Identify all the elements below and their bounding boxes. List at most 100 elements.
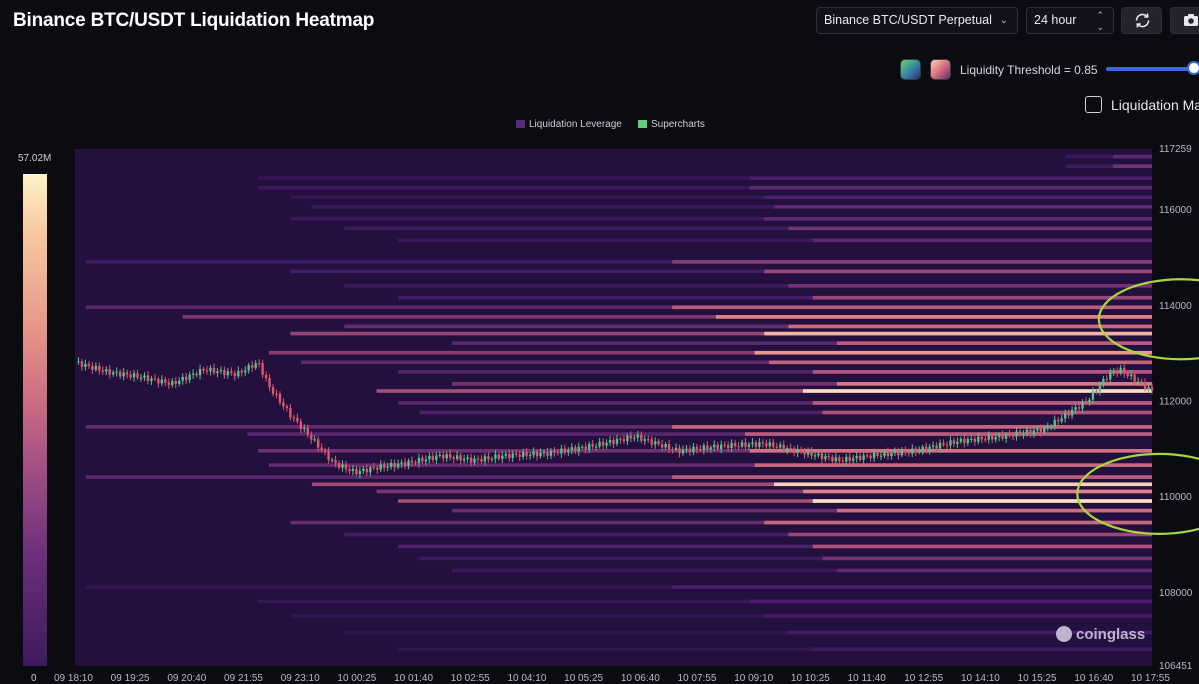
candle-body (907, 451, 911, 454)
candle-body (758, 442, 761, 447)
liquidation-heatmap[interactable]: 117259 116000 114000 112000 110000 108000 1064… (0, 0, 1199, 683)
candle-body (994, 436, 997, 440)
candle-body (570, 447, 574, 451)
liquidation-level-hot (788, 226, 1152, 231)
candle-body (893, 451, 897, 454)
candle-body (383, 464, 386, 468)
candle-body (688, 448, 692, 453)
candle-body (150, 378, 153, 381)
liquidation-level-hot (836, 568, 1152, 573)
candle-body (501, 455, 504, 459)
candle-body (643, 439, 646, 441)
candle-body (900, 450, 904, 456)
candle-body (1001, 434, 1004, 439)
candle-body (435, 455, 438, 460)
candle-body (407, 460, 410, 466)
x-tick-label: 10 04:10 (507, 673, 546, 683)
x-tick-label: 10 02:55 (451, 673, 490, 683)
candle-body (525, 452, 528, 456)
candle-body (733, 443, 737, 447)
candle-body (768, 442, 772, 447)
candle-body (612, 440, 615, 444)
candle-body (386, 466, 389, 468)
candle-body (956, 441, 959, 444)
candle-body (282, 402, 285, 407)
candle-body (1133, 374, 1136, 382)
candle-body (813, 455, 817, 457)
y-tick-label: 112000 (1159, 397, 1192, 408)
candle-body (931, 445, 935, 447)
candle-body (351, 468, 355, 472)
liquidation-level-hot (788, 283, 1152, 288)
candle-body (591, 444, 594, 447)
candle-body (987, 435, 990, 440)
candle-body (91, 365, 94, 370)
candle-body (87, 363, 91, 366)
candle-body (626, 435, 629, 442)
candle-body (306, 428, 309, 435)
candle-body (1129, 374, 1133, 377)
liquidation-level-hot (749, 599, 1152, 604)
candle-body (244, 370, 247, 373)
candle-body (191, 373, 195, 375)
candle-body (459, 455, 462, 461)
candle-body (521, 452, 525, 457)
candle-body (442, 454, 445, 459)
candle-body (358, 470, 362, 475)
candle-body (772, 442, 775, 447)
candle-body (344, 464, 348, 470)
liquidation-level-hot (812, 238, 1152, 243)
candle-body (261, 363, 264, 375)
candle-body (650, 439, 653, 445)
candle-body (720, 444, 723, 449)
candle-body (1046, 426, 1049, 428)
liquidation-level-hot (822, 410, 1152, 415)
candle-body (740, 442, 744, 447)
x-tick-label: 10 01:40 (394, 673, 433, 683)
x-tick-label: 09 23:10 (281, 673, 320, 683)
x-tick-label: 10 17:55 (1131, 673, 1170, 683)
candle-body (640, 434, 643, 441)
candle-body (633, 437, 636, 439)
x-tick-label: 10 00:25 (337, 673, 376, 683)
candle-body (911, 448, 914, 454)
liquidation-level-hot (744, 432, 1152, 436)
candle-body (157, 378, 160, 384)
x-tick-label: 09 18:10 (54, 673, 93, 683)
candle-body (178, 380, 181, 384)
candle-body (428, 455, 431, 460)
candle-body (497, 454, 501, 459)
candle-body (184, 376, 188, 381)
candle-body (744, 442, 747, 447)
candle-body (935, 445, 938, 449)
candle-body (858, 455, 862, 460)
candle-body (313, 439, 316, 441)
candle-body (556, 452, 560, 454)
candle-body (118, 371, 122, 377)
candle-body (674, 447, 678, 450)
candle-body (706, 445, 709, 450)
candle-body (660, 444, 664, 448)
candle-body (938, 443, 942, 449)
candle-body (671, 449, 674, 451)
candle-body (112, 372, 115, 375)
candle-body (455, 455, 459, 459)
candle-body (389, 462, 393, 467)
candle-body (685, 448, 688, 450)
candle-body (775, 446, 778, 448)
liquidation-level-hot (773, 205, 1152, 209)
candle-body (77, 361, 80, 363)
candle-body (303, 428, 306, 430)
candle-body (848, 456, 851, 461)
candle-body (379, 464, 382, 470)
candle-body (414, 462, 417, 464)
candle-body (1123, 367, 1126, 374)
candle-body (1088, 399, 1091, 402)
candle-body (792, 448, 796, 453)
candle-body (146, 375, 150, 381)
candle-body (598, 441, 601, 447)
x-tick-label: 09 20:40 (167, 673, 206, 683)
x-tick-label: 10 05:25 (564, 673, 603, 683)
candle-body (341, 464, 344, 468)
candle-body (202, 368, 205, 371)
